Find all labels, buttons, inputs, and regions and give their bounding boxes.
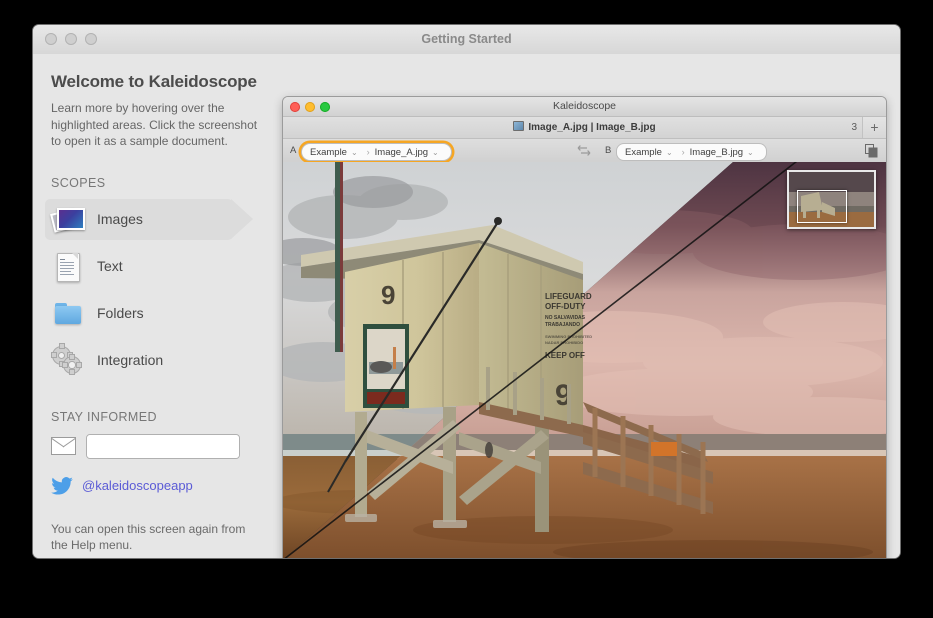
stay-informed-heading: STAY INFORMED: [51, 409, 157, 424]
document-tab-bar: Image_A.jpg | Image_B.jpg 3 +: [283, 117, 886, 139]
side-b-path-control[interactable]: Example ⌄ › Image_B.jpg ⌄: [616, 143, 767, 161]
outer-titlebar: Getting Started: [33, 25, 900, 55]
sidebar-item-folders[interactable]: Folders: [33, 290, 280, 337]
folder-icon: [51, 296, 85, 330]
welcome-description: Learn more by hovering over the highligh…: [51, 101, 258, 148]
sidebar-item-label: Text: [97, 258, 123, 274]
svg-text:9: 9: [381, 280, 395, 310]
chevron-down-icon[interactable]: ⌄: [351, 148, 358, 157]
text-document-icon: [51, 249, 85, 283]
gears-icon: [51, 343, 85, 377]
side-b-folder-label: Example: [625, 146, 662, 158]
chevron-down-icon[interactable]: ⌄: [432, 148, 439, 157]
stack-windows-icon[interactable]: [865, 144, 878, 158]
help-menu-note: You can open this screen again from the …: [51, 521, 246, 552]
sidebar: Welcome to Kaleidoscope Learn more by ho…: [33, 54, 280, 558]
swap-sides-icon[interactable]: [576, 144, 592, 158]
navigator-viewport-rect[interactable]: [797, 190, 847, 223]
side-a-file-label: Image_A.jpg: [374, 146, 429, 158]
sidebar-item-text[interactable]: Text: [33, 243, 280, 290]
path-separator: ›: [366, 147, 370, 157]
navigator-thumbnail[interactable]: [787, 170, 876, 229]
chevron-down-icon[interactable]: ⌄: [666, 148, 673, 157]
document-title: Image_A.jpg | Image_B.jpg: [283, 117, 886, 138]
outer-body: Welcome to Kaleidoscope Learn more by ho…: [33, 54, 900, 558]
twitter-bird-icon: [51, 476, 73, 495]
inner-titlebar: Kaleidoscope: [283, 97, 886, 117]
sidebar-item-label: Integration: [97, 352, 164, 368]
side-a-folder-label: Example: [310, 146, 347, 158]
tab-count-badge: 3: [851, 122, 857, 133]
side-b-letter: B: [605, 145, 612, 156]
path-separator: ›: [681, 147, 685, 157]
chevron-down-icon[interactable]: ⌄: [747, 148, 754, 157]
image-document-icon: [513, 121, 525, 131]
side-a-path-control[interactable]: Example ⌄ › Image_A.jpg ⌄: [301, 143, 452, 161]
window-title: Getting Started: [421, 32, 512, 46]
app-title: Kaleidoscope: [552, 100, 617, 112]
kaleidoscope-preview-window[interactable]: Kaleidoscope Image_A.jpg | Image_B.jpg 3…: [283, 97, 886, 558]
svg-text:NO SALVAVIDAS: NO SALVAVIDAS: [545, 315, 586, 321]
path-bar: A Example ⌄ › Image_A.jpg ⌄ B Example ⌄ …: [283, 139, 886, 164]
svg-text:LIFEGUARD: LIFEGUARD: [545, 292, 592, 301]
twitter-handle-label: @kaleidoscopeapp: [82, 478, 193, 493]
email-input[interactable]: [87, 434, 239, 458]
scopes-heading: SCOPES: [51, 175, 106, 190]
envelope-icon: [51, 437, 76, 455]
images-icon: [50, 202, 85, 236]
twitter-link[interactable]: @kaleidoscopeapp: [51, 476, 280, 495]
sidebar-item-integration[interactable]: Integration: [33, 337, 280, 384]
sidebar-item-label: Folders: [97, 305, 144, 321]
page-title: Welcome to Kaleidoscope: [51, 72, 257, 91]
scopes-list: Images Text Folders Integration: [33, 196, 280, 384]
svg-text:TRABAJANDO: TRABAJANDO: [545, 322, 580, 328]
image-compare-canvas[interactable]: 9 9 LIFEGUARD OFF-DUTY NO SALVAVIDAS TRA…: [283, 162, 886, 558]
new-tab-button[interactable]: +: [862, 117, 886, 138]
sidebar-item-images[interactable]: Images: [33, 196, 280, 243]
email-field-wrapper[interactable]: ➞: [86, 433, 240, 459]
svg-text:OFF-DUTY: OFF-DUTY: [545, 302, 586, 311]
sidebar-item-label: Images: [97, 211, 143, 227]
document-title-text: Image_A.jpg | Image_B.jpg: [528, 122, 656, 133]
screen-root: Getting Started Welcome to Kaleidoscope …: [0, 0, 933, 618]
newsletter-signup: ➞: [51, 433, 280, 459]
side-a-letter: A: [290, 145, 297, 156]
getting-started-window: Getting Started Welcome to Kaleidoscope …: [33, 25, 900, 558]
side-b-file-label: Image_B.jpg: [689, 146, 744, 158]
